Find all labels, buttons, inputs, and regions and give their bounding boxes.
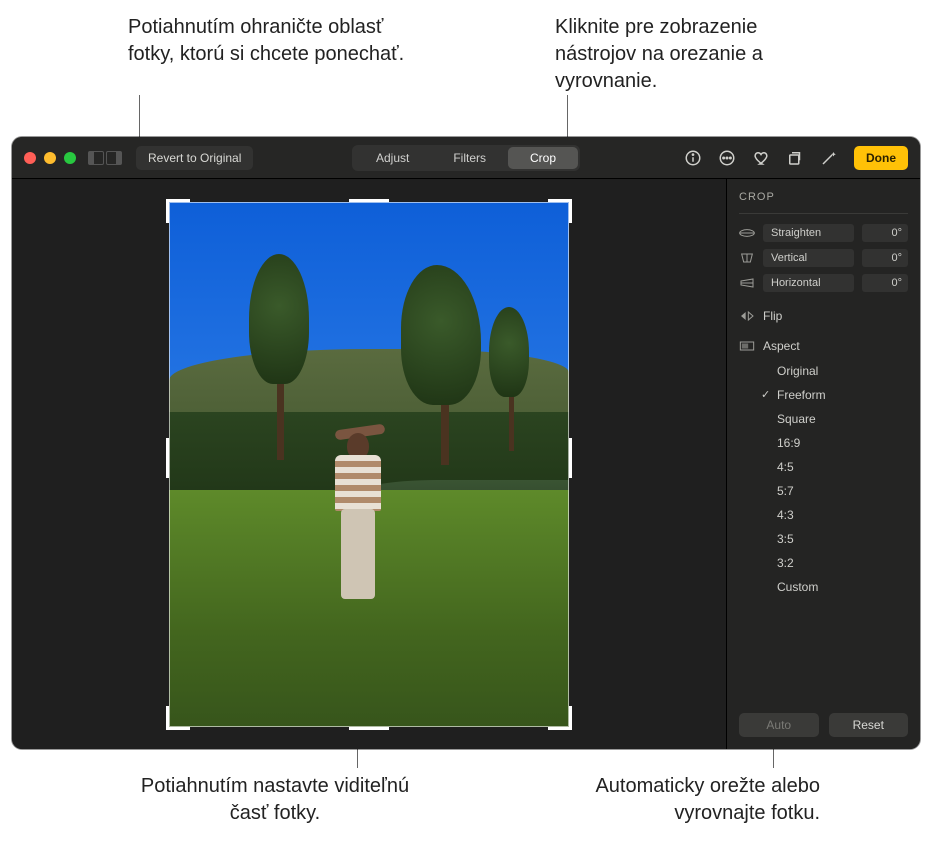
- straighten-value[interactable]: 0°: [862, 224, 908, 242]
- aspect-square[interactable]: Square: [759, 407, 908, 431]
- minimize-window-button[interactable]: [44, 152, 56, 164]
- aspect-16-9[interactable]: 16:9: [759, 431, 908, 455]
- crop-handle-top-right[interactable]: [548, 199, 572, 223]
- straighten-label[interactable]: Straighten: [763, 224, 854, 242]
- callout-drag-visible: Potiahnutím nastavte viditeľnú časť fotk…: [135, 773, 415, 827]
- aspect-5-7[interactable]: 5:7: [759, 479, 908, 503]
- flip-label: Flip: [763, 309, 782, 323]
- toggle-left-sidebar-icon[interactable]: [88, 151, 104, 165]
- toggle-right-sidebar-icon[interactable]: [106, 151, 122, 165]
- crop-handle-bottom-right[interactable]: [548, 706, 572, 730]
- straighten-icon: [739, 226, 755, 240]
- aspect-custom[interactable]: Custom: [759, 575, 908, 599]
- edit-tabs: Adjust Filters Crop: [352, 145, 580, 171]
- reset-button[interactable]: Reset: [829, 713, 909, 737]
- horizontal-value[interactable]: 0°: [862, 274, 908, 292]
- sidebar-toggle-group: [88, 151, 122, 165]
- vertical-row: Vertical 0°: [739, 249, 908, 267]
- aspect-row[interactable]: Aspect: [739, 339, 908, 353]
- crop-handle-bottom-left[interactable]: [166, 706, 190, 730]
- horizontal-label[interactable]: Horizontal: [763, 274, 854, 292]
- straighten-row: Straighten 0°: [739, 224, 908, 242]
- vertical-label[interactable]: Vertical: [763, 249, 854, 267]
- info-icon[interactable]: [684, 149, 702, 167]
- vertical-perspective-icon: [739, 251, 755, 265]
- crop-frame[interactable]: [169, 202, 569, 727]
- revert-to-original-button[interactable]: Revert to Original: [136, 146, 253, 170]
- maximize-window-button[interactable]: [64, 152, 76, 164]
- aspect-icon: [739, 339, 755, 353]
- aspect-3-5[interactable]: 3:5: [759, 527, 908, 551]
- callout-crop-tab: Kliknite pre zobrazenie nástrojov na ore…: [555, 14, 835, 95]
- app-window: Revert to Original Adjust Filters Crop D…: [12, 137, 920, 749]
- vertical-value[interactable]: 0°: [862, 249, 908, 267]
- flip-row[interactable]: Flip: [739, 309, 908, 323]
- content-area: CROP Straighten 0° Vertical 0°: [12, 179, 920, 749]
- sidebar-title: CROP: [739, 191, 908, 203]
- sidebar-footer: Auto Reset: [739, 703, 908, 737]
- aspect-4-3[interactable]: 4:3: [759, 503, 908, 527]
- aspect-freeform[interactable]: Freeform: [759, 383, 908, 407]
- aspect-original[interactable]: Original: [759, 359, 908, 383]
- crop-edge-right[interactable]: [569, 438, 572, 478]
- canvas-area: [12, 179, 726, 749]
- auto-enhance-icon[interactable]: [820, 149, 838, 167]
- divider: [739, 213, 908, 214]
- auto-button[interactable]: Auto: [739, 713, 819, 737]
- tab-adjust[interactable]: Adjust: [354, 147, 431, 169]
- crop-sidebar: CROP Straighten 0° Vertical 0°: [726, 179, 920, 749]
- horizontal-perspective-icon: [739, 276, 755, 290]
- aspect-list: Original Freeform Square 16:9 4:5 5:7 4:…: [759, 359, 908, 599]
- tab-crop[interactable]: Crop: [508, 147, 578, 169]
- rotate-icon[interactable]: [786, 149, 804, 167]
- crop-border: [169, 202, 569, 727]
- done-button[interactable]: Done: [854, 146, 908, 170]
- titlebar: Revert to Original Adjust Filters Crop D…: [12, 137, 920, 179]
- close-window-button[interactable]: [24, 152, 36, 164]
- crop-handle-top-left[interactable]: [166, 199, 190, 223]
- aspect-4-5[interactable]: 4:5: [759, 455, 908, 479]
- window-controls: [24, 152, 76, 164]
- crop-edge-left[interactable]: [166, 438, 169, 478]
- tab-filters[interactable]: Filters: [431, 147, 508, 169]
- crop-edge-top[interactable]: [349, 199, 389, 202]
- flip-icon: [739, 309, 755, 323]
- right-toolbar: Done: [684, 146, 908, 170]
- horizontal-row: Horizontal 0°: [739, 274, 908, 292]
- aspect-3-2[interactable]: 3:2: [759, 551, 908, 575]
- aspect-label: Aspect: [763, 339, 800, 353]
- crop-edge-bottom[interactable]: [349, 727, 389, 730]
- callout-crop-area: Potiahnutím ohraničte oblasť fotky, ktor…: [128, 14, 408, 68]
- favorite-icon[interactable]: [752, 149, 770, 167]
- callout-auto: Automaticky orežte alebo vyrovnajte fotk…: [540, 773, 820, 827]
- more-icon[interactable]: [718, 149, 736, 167]
